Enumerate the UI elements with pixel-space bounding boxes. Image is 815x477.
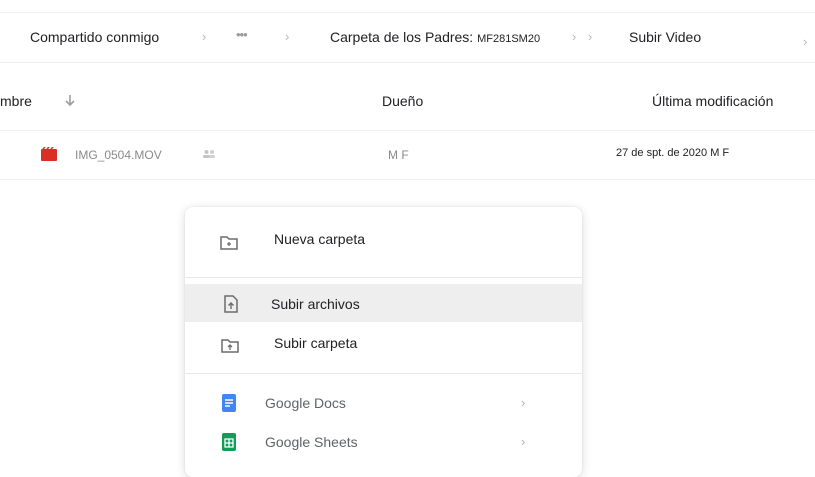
- sort-arrow-down-icon[interactable]: [64, 93, 76, 109]
- chevron-right-icon: ›: [572, 29, 577, 44]
- chevron-right-icon: ›: [202, 29, 207, 44]
- breadcrumb-parents-folder-label: Carpeta de los Padres:: [330, 29, 478, 45]
- google-sheets-icon: [222, 433, 236, 451]
- google-docs-icon: [222, 394, 236, 412]
- breadcrumb-parents-folder[interactable]: Carpeta de los Padres: MF281SM20: [330, 29, 540, 45]
- chevron-right-icon: ›: [521, 434, 526, 449]
- shared-people-icon: [203, 150, 215, 158]
- menu-item-label: Subir archivos: [271, 296, 360, 312]
- breadcrumb-parents-folder-code: MF281SM20: [477, 33, 541, 45]
- chevron-right-icon: ›: [803, 34, 808, 49]
- file-name: IMG_0504.MOV: [75, 148, 162, 162]
- breadcrumb: Compartido conmigo › ••• › Carpeta de lo…: [0, 0, 815, 72]
- chevron-right-icon: ›: [521, 395, 526, 410]
- column-header-name[interactable]: mbre: [0, 93, 32, 109]
- menu-item-label: Google Docs: [265, 395, 346, 411]
- menu-item-upload-folder[interactable]: Subir carpeta: [185, 326, 582, 362]
- upload-file-icon: [224, 295, 238, 313]
- divider: [185, 373, 582, 374]
- video-file-icon: [41, 147, 57, 161]
- column-header-owner[interactable]: Dueño: [382, 93, 423, 109]
- divider: [185, 277, 582, 278]
- column-header-modified[interactable]: Última modificación: [652, 93, 773, 109]
- table-row[interactable]: IMG_0504.MOV M F 27 de spt. de 2020 M F: [0, 131, 815, 179]
- breadcrumb-upload-video[interactable]: Subir Video: [629, 29, 701, 45]
- breadcrumb-shared-with-me[interactable]: Compartido conmigo: [30, 29, 159, 45]
- menu-item-upload-files[interactable]: Subir archivos: [185, 284, 582, 322]
- divider: [0, 179, 815, 180]
- new-folder-icon: [220, 236, 238, 250]
- menu-item-label: Subir carpeta: [274, 335, 358, 351]
- file-owner: M F: [388, 148, 409, 162]
- breadcrumb-ellipsis-button[interactable]: •••: [236, 27, 248, 42]
- menu-item-google-sheets[interactable]: Google Sheets ›: [185, 424, 582, 460]
- menu-item-google-docs[interactable]: Google Docs ›: [185, 385, 582, 421]
- menu-item-new-folder[interactable]: Nueva carpeta: [185, 223, 582, 259]
- menu-item-label: Google Sheets: [265, 434, 358, 450]
- chevron-right-icon: ›: [285, 29, 290, 44]
- upload-folder-icon: [221, 339, 239, 353]
- menu-item-label: Nueva carpeta: [274, 231, 366, 247]
- file-modified: 27 de spt. de 2020 M F: [616, 147, 730, 159]
- chevron-right-icon: ›: [588, 29, 593, 44]
- new-item-menu: Nueva carpeta Subir archivos Subir carpe…: [185, 207, 582, 477]
